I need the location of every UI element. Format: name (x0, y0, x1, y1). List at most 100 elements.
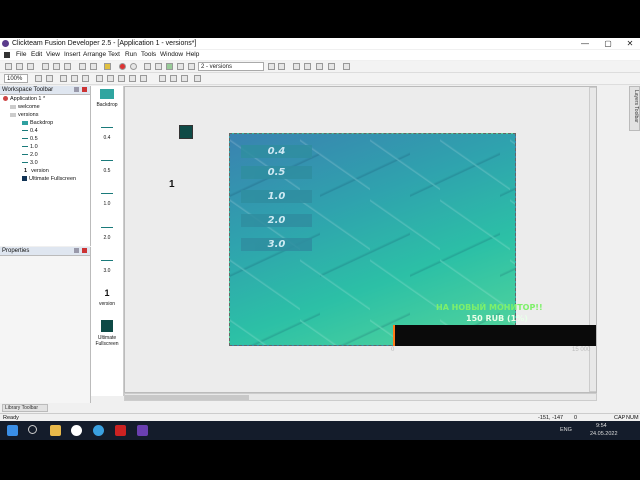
storyboard-icon[interactable] (144, 63, 151, 70)
next-frame-icon[interactable] (278, 63, 285, 70)
data-elements-icon[interactable] (188, 63, 195, 70)
new-icon[interactable] (5, 63, 12, 70)
debug-icon[interactable] (328, 63, 335, 70)
counter-thumb[interactable]: 1 (91, 288, 123, 298)
menu-run[interactable]: Run (125, 50, 137, 60)
frame-editor[interactable]: 1 0.4 0.5 1.0 2.0 3.0 (124, 86, 597, 393)
zoom-select[interactable]: 100% (4, 74, 28, 83)
align-left-icon[interactable] (159, 75, 166, 82)
language-indicator[interactable]: ENG (560, 427, 572, 434)
explorer-icon[interactable] (50, 425, 61, 436)
record-icon[interactable] (130, 63, 137, 70)
zoom-in-icon[interactable] (82, 75, 89, 82)
minimize-button[interactable]: — (574, 38, 596, 49)
object-thumb[interactable] (101, 193, 113, 194)
version-button[interactable]: 0.5 (241, 166, 312, 179)
stop-icon[interactable] (119, 63, 126, 70)
object-thumb[interactable] (101, 160, 113, 161)
run-app-icon[interactable] (293, 63, 300, 70)
italic-icon[interactable] (118, 75, 125, 82)
tree-item[interactable]: 0.5 (22, 135, 38, 143)
panel-close-icon[interactable] (82, 248, 87, 253)
frame-editor-icon[interactable] (155, 63, 162, 70)
version-button[interactable]: 3.0 (241, 238, 312, 251)
clock-time[interactable]: 9:54 (596, 423, 607, 430)
menu-tools[interactable]: Tools (141, 50, 156, 60)
underline-icon[interactable] (129, 75, 136, 82)
cut-icon[interactable] (42, 63, 49, 70)
menu-edit[interactable]: Edit (31, 50, 42, 60)
fusion-taskbar-icon[interactable] (137, 425, 148, 436)
menu-arrange[interactable]: Arrange (83, 50, 106, 60)
menu-text[interactable]: Text (108, 50, 120, 60)
copy-icon[interactable] (53, 63, 60, 70)
clock-date[interactable]: 24.05.2022 (590, 431, 618, 438)
run-frame-icon[interactable] (304, 63, 311, 70)
layers-toolbar-tab[interactable]: Layers Toolbar (629, 86, 640, 131)
menu-view[interactable]: View (46, 50, 60, 60)
paste-icon[interactable] (64, 63, 71, 70)
object-thumb[interactable] (101, 227, 113, 228)
event-list-icon[interactable] (177, 63, 184, 70)
object-thumb[interactable] (101, 127, 113, 128)
yandex-icon[interactable] (71, 425, 82, 436)
tree-frame-versions[interactable]: versions (10, 111, 38, 119)
fullscreen-object-icon (22, 176, 27, 182)
tree-version[interactable]: 1 version (24, 167, 49, 175)
tree-application[interactable]: Application 1 * (3, 95, 45, 103)
scroll-thumb[interactable] (125, 395, 249, 400)
fullscreen-object[interactable] (179, 125, 193, 139)
active-object-icon (22, 146, 28, 148)
open-icon[interactable] (16, 63, 23, 70)
tree-ultimate[interactable]: Ultimate Fullscreen (22, 175, 76, 183)
tree-backdrop[interactable]: Backdrop (22, 119, 53, 127)
search-icon[interactable] (28, 425, 37, 434)
object-thumb[interactable] (101, 260, 113, 261)
maximize-button[interactable]: ▢ (597, 38, 619, 49)
pin-icon[interactable] (74, 87, 79, 92)
layers-icon[interactable] (71, 75, 78, 82)
align-icon[interactable] (60, 75, 67, 82)
version-button[interactable]: 2.0 (241, 214, 312, 227)
version-counter[interactable]: 1 (169, 179, 175, 190)
font-icon[interactable] (96, 75, 103, 82)
align-center-icon[interactable] (170, 75, 177, 82)
panel-close-icon[interactable] (82, 87, 87, 92)
menu-help[interactable]: Help (186, 50, 199, 60)
fullscreen-object-thumb[interactable] (101, 320, 113, 332)
backdrop-thumb[interactable] (100, 89, 114, 99)
tree-item[interactable]: 2.0 (22, 151, 38, 159)
library-toolbar-tab[interactable]: Library Toolbar (2, 404, 48, 412)
windows-start-icon[interactable] (7, 425, 18, 436)
tree-frame-welcome[interactable]: welcome (10, 103, 40, 111)
fullscreen-icon[interactable] (343, 63, 350, 70)
tree-item[interactable]: 0.4 (22, 127, 38, 135)
app-menu-icon[interactable] (4, 52, 10, 58)
tree-item[interactable]: 1.0 (22, 143, 38, 151)
align-right-icon[interactable] (181, 75, 188, 82)
preview-icon[interactable] (316, 63, 323, 70)
save-icon[interactable] (27, 63, 34, 70)
menu-file[interactable]: File (16, 50, 26, 60)
menu-window[interactable]: Window (160, 50, 183, 60)
version-button[interactable]: 1.0 (241, 190, 312, 203)
close-button[interactable]: ✕ (619, 38, 640, 49)
version-button[interactable]: 0.4 (241, 145, 312, 158)
transform-icon[interactable] (194, 75, 201, 82)
build-icon[interactable] (104, 63, 111, 70)
frame-select[interactable]: 2 - versions (198, 62, 264, 71)
horizontal-scrollbar[interactable] (124, 393, 597, 401)
browser-icon[interactable] (93, 425, 104, 436)
tree-item[interactable]: 3.0 (22, 159, 38, 167)
pin-icon[interactable] (74, 248, 79, 253)
undo-icon[interactable] (79, 63, 86, 70)
app-taskbar-icon[interactable] (115, 425, 126, 436)
menu-insert[interactable]: Insert (64, 50, 80, 60)
color-icon[interactable] (140, 75, 147, 82)
redo-icon[interactable] (90, 63, 97, 70)
grid-icon[interactable] (46, 75, 53, 82)
hand-icon[interactable] (35, 75, 42, 82)
prev-frame-icon[interactable] (268, 63, 275, 70)
event-editor-icon[interactable] (166, 63, 173, 70)
bold-icon[interactable] (107, 75, 114, 82)
